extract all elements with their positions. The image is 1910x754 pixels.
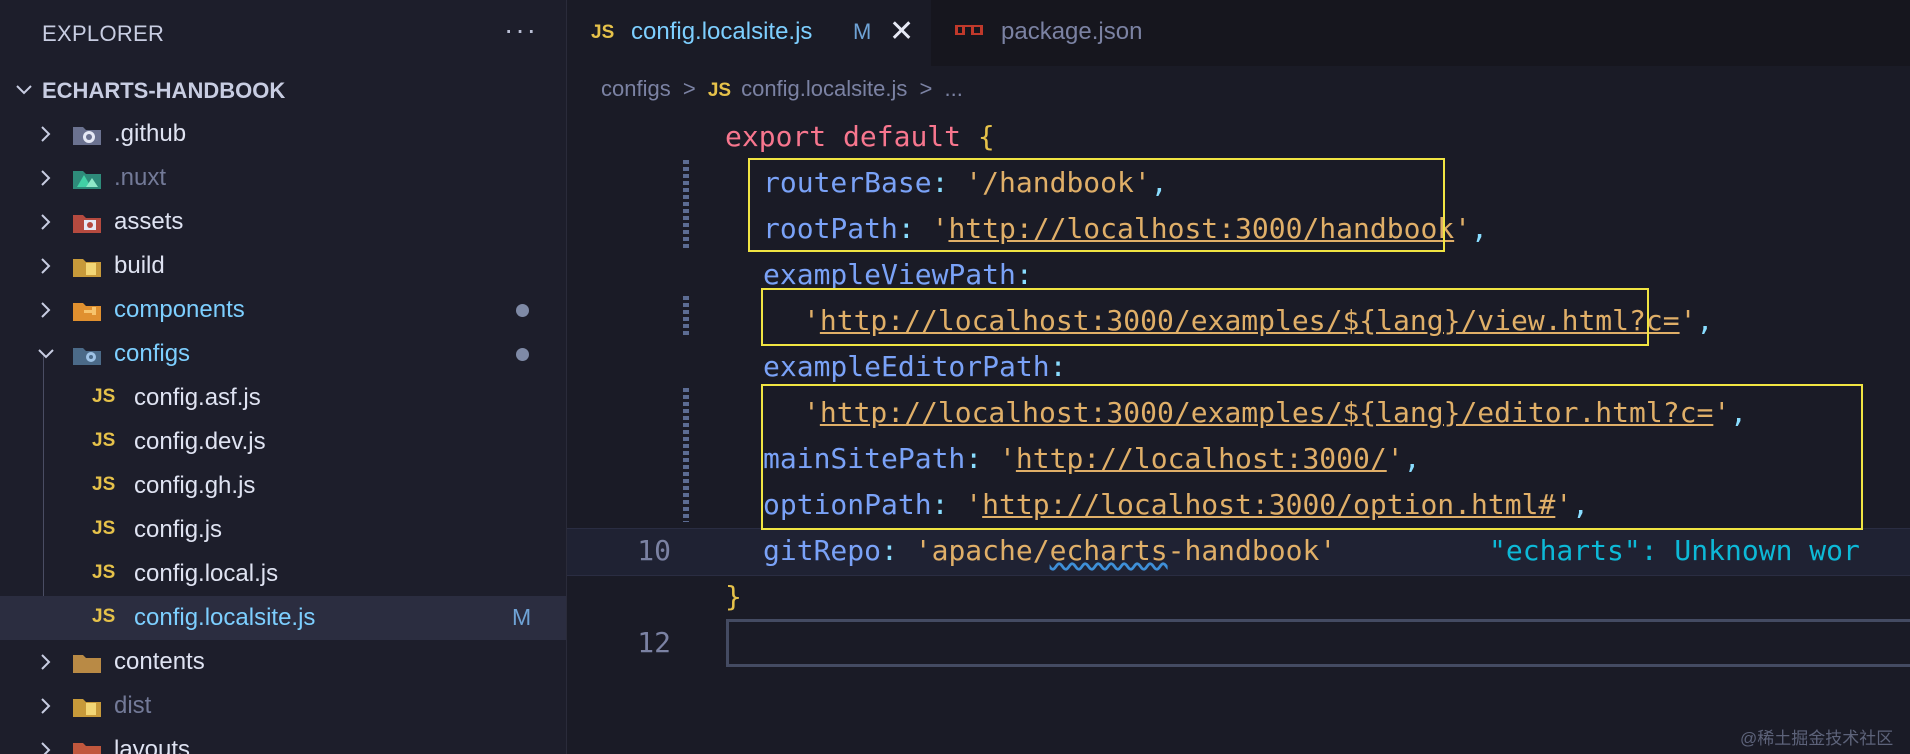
tree-item-label: config.dev.js (134, 428, 266, 455)
chevron-right-icon (41, 126, 51, 142)
workspace-root[interactable]: ECHARTS-HANDBOOK (0, 72, 566, 108)
layouts-folder-icon (73, 743, 101, 754)
code-line: export default { (725, 120, 995, 153)
js-file-icon: JS (707, 80, 732, 101)
highlight-box (748, 158, 1445, 252)
tab-label: package.json (1001, 18, 1143, 45)
chevron-right-icon (41, 742, 51, 754)
tree-file-config-dev[interactable]: JS config.dev.js (0, 420, 566, 464)
breadcrumb-folder[interactable]: configs (601, 76, 671, 102)
tree-folder-contents[interactable]: contents (0, 640, 566, 684)
chevron-down-icon (38, 349, 54, 359)
chevron-right-icon (41, 170, 51, 186)
breadcrumb-separator: > (919, 76, 933, 101)
tree-folder-configs[interactable]: configs (0, 332, 566, 376)
tree-file-config[interactable]: JS config.js (0, 508, 566, 552)
tree-file-config-localsite[interactable]: JS config.localsite.js M (0, 596, 566, 640)
breadcrumb: configs > JS config.localsite.js > ... (601, 76, 963, 106)
components-folder-icon (73, 303, 101, 321)
build-folder-icon (73, 259, 101, 277)
dist-folder-icon (73, 699, 101, 717)
spelling-error: echarts (1049, 534, 1168, 567)
js-file-icon: JS (92, 606, 116, 627)
assets-folder-icon (73, 215, 101, 233)
tree-folder-assets[interactable]: assets (0, 200, 566, 244)
tree-item-label: assets (114, 208, 184, 235)
tree-item-label: config.gh.js (134, 472, 256, 499)
explorer-header: EXPLORER ··· (0, 0, 566, 66)
line-number: 10 (637, 534, 671, 567)
configs-folder-icon (73, 348, 101, 365)
tree-file-config-local[interactable]: JS config.local.js (0, 552, 566, 596)
js-file-icon: JS (92, 562, 116, 583)
tree-folder-github[interactable]: .github (0, 112, 566, 156)
tree-item-label: configs (114, 340, 191, 367)
tree-item-label: config.local.js (134, 560, 279, 587)
tree-folder-layouts[interactable]: layouts (0, 728, 566, 754)
code-line: } (725, 580, 742, 613)
chevron-right-icon (41, 258, 51, 274)
contents-folder-icon (73, 655, 101, 673)
tree-folder-nuxt[interactable]: .nuxt (0, 156, 566, 200)
editor-area: JS config.localsite.js M ✕ package.json … (567, 0, 1910, 754)
chevron-right-icon (41, 214, 51, 230)
js-file-icon: JS (591, 22, 615, 43)
breadcrumb-file[interactable]: config.localsite.js (741, 76, 907, 102)
tab-modified-badge: M (853, 19, 872, 44)
modified-dot-indicator (516, 348, 529, 361)
breadcrumb-symbol[interactable]: ... (945, 76, 963, 102)
js-file-icon: JS (92, 386, 116, 407)
watermark: @稀土掘金技术社区 (1740, 729, 1894, 748)
more-actions-icon[interactable]: ··· (504, 14, 538, 46)
close-icon[interactable]: ✕ (889, 14, 914, 49)
line-number: 12 (637, 626, 671, 659)
js-file-icon: JS (92, 430, 116, 451)
tab-bar: JS config.localsite.js M ✕ package.json (567, 0, 1910, 66)
tab-label: config.localsite.js (631, 18, 813, 45)
tree-item-label: .nuxt (114, 164, 167, 191)
chevron-right-icon (41, 698, 51, 714)
tree-folder-dist[interactable]: dist (0, 684, 566, 728)
tree-item-label: layouts (114, 736, 191, 754)
github-folder-icon (73, 127, 101, 145)
tree-folder-build[interactable]: build (0, 244, 566, 288)
workspace-root-label: ECHARTS-HANDBOOK (42, 78, 286, 103)
chevron-down-icon (16, 85, 32, 95)
highlight-box (761, 384, 1863, 530)
breadcrumb-separator: > (682, 76, 696, 101)
explorer-title: EXPLORER (42, 21, 165, 46)
code-line-current: 10 gitRepo: 'apache/echarts-handbook' "e… (567, 528, 1910, 576)
tree-item-label: build (114, 252, 165, 279)
tab-config-localsite[interactable]: JS config.localsite.js M ✕ (567, 0, 931, 66)
tree-item-label: .github (114, 120, 187, 147)
js-file-icon: JS (92, 518, 116, 539)
vscode-window: EXPLORER ··· ECHARTS-HANDBOOK .github .n… (0, 0, 1910, 754)
explorer-sidebar: EXPLORER ··· ECHARTS-HANDBOOK .github .n… (0, 0, 567, 754)
tree-item-label: dist (114, 692, 152, 719)
tree-item-label: config.localsite.js (134, 604, 316, 631)
tree-item-label: config.js (134, 516, 223, 543)
nuxt-folder-icon (73, 171, 101, 189)
tree-folder-components[interactable]: components (0, 288, 566, 332)
highlight-box (761, 288, 1649, 346)
modified-dot-indicator (516, 304, 529, 317)
empty-line-outline (726, 619, 1910, 667)
tree-item-label: contents (114, 648, 205, 675)
tab-package-json[interactable]: package.json (931, 0, 1191, 66)
chevron-right-icon (41, 654, 51, 670)
tree-item-label: components (114, 296, 245, 323)
npm-icon (955, 25, 983, 35)
chevron-right-icon (41, 302, 51, 318)
tree-file-config-asf[interactable]: JS config.asf.js (0, 376, 566, 420)
tree-file-config-gh[interactable]: JS config.gh.js (0, 464, 566, 508)
inline-diagnostic: "echarts": Unknown wor (1489, 534, 1860, 567)
js-file-icon: JS (92, 474, 116, 495)
tree-item-label: config.asf.js (134, 384, 261, 411)
modified-badge: M (512, 604, 532, 630)
